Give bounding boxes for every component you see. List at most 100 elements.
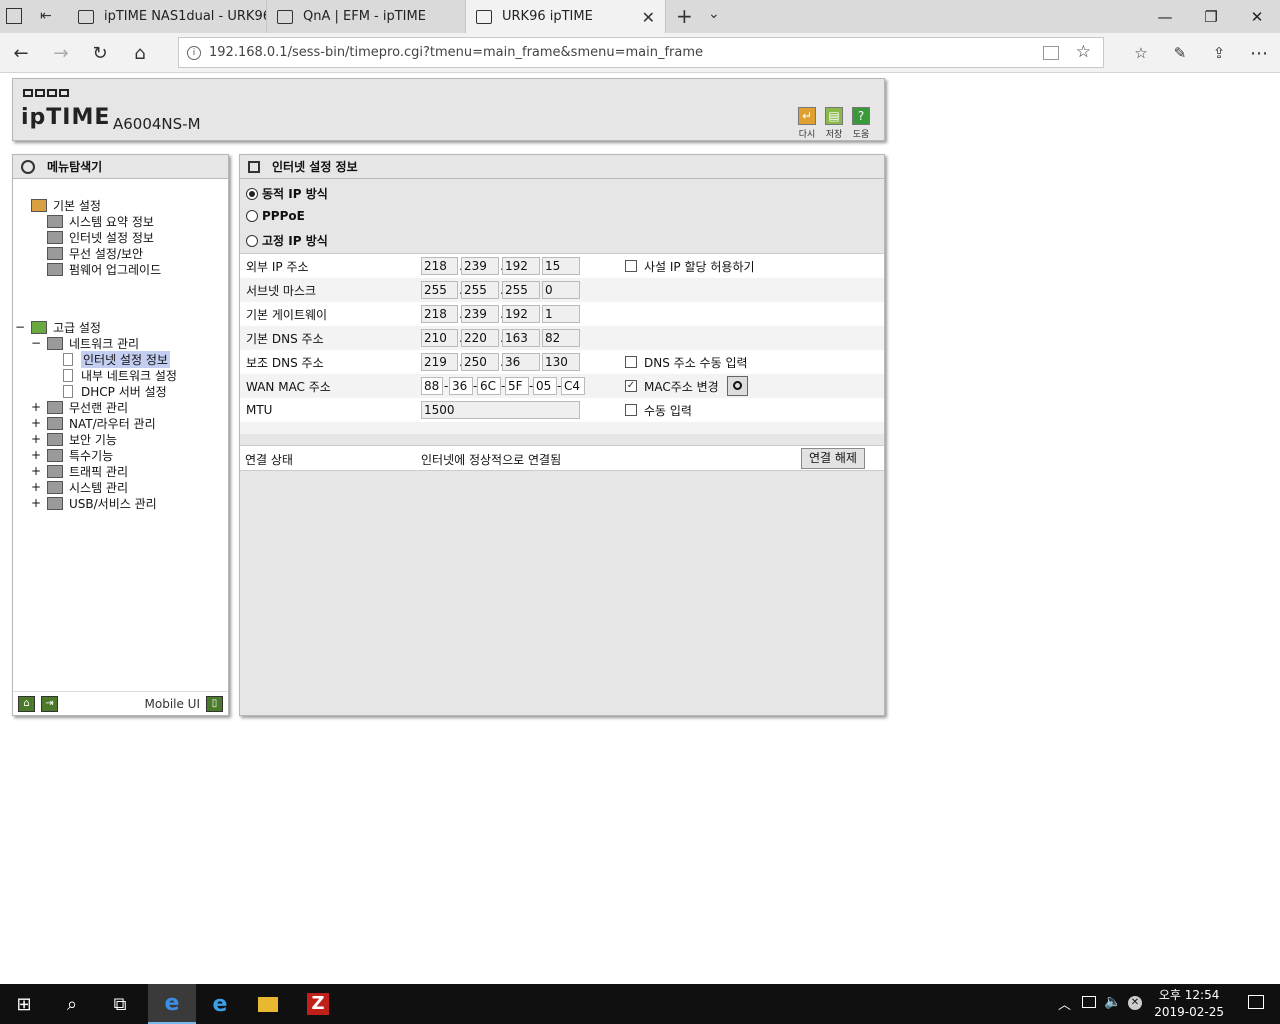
expand-icon[interactable]: + [31, 448, 41, 462]
minimize-icon[interactable]: — [1142, 0, 1188, 33]
ip-octet-field[interactable]: 82 [542, 329, 580, 347]
restore-icon[interactable]: ❐ [1188, 0, 1234, 33]
ip-octet-field[interactable]: 218 [421, 257, 458, 275]
tray-chevron-icon[interactable]: ︿ [1058, 994, 1071, 1013]
radio-button[interactable] [246, 210, 258, 222]
expand-icon[interactable]: + [31, 416, 41, 430]
mac-octet-field[interactable]: 88 [421, 377, 443, 395]
mac-octet-field[interactable]: 36 [449, 377, 473, 395]
action-center-icon[interactable] [1248, 995, 1264, 1009]
ip-octet-field[interactable]: 218 [421, 305, 458, 323]
tree-item-dhcp-server[interactable]: DHCP 서버 설정 [63, 383, 167, 399]
tab-qna[interactable]: QnA | EFM - ipTIME [267, 0, 466, 33]
mac-change-checkbox[interactable]: ✓ [625, 380, 637, 392]
tree-basic-settings[interactable]: 기본 설정 [31, 197, 101, 213]
close-tab-icon[interactable]: ✕ [642, 8, 655, 27]
ip-octet-field[interactable]: 192 [502, 257, 540, 275]
ip-octet-field[interactable]: 219 [421, 353, 458, 371]
ip-octet-field[interactable]: 220 [461, 329, 499, 347]
internet-explorer-icon[interactable]: e [196, 984, 244, 1024]
tab-list-chevron-icon[interactable]: ⌄ [708, 6, 720, 22]
back-icon[interactable]: ← [8, 40, 34, 66]
ip-octet-field[interactable]: 15 [542, 257, 580, 275]
ip-octet-field[interactable]: 130 [542, 353, 580, 371]
notification-x-icon[interactable]: ✕ [1128, 996, 1142, 1010]
ip-octet-field[interactable]: 210 [421, 329, 458, 347]
url-text[interactable]: 192.168.0.1/sess-bin/timepro.cgi?tmenu=m… [209, 45, 703, 60]
notes-pen-icon[interactable]: ✎ [1167, 40, 1193, 66]
reading-view-icon[interactable] [1043, 46, 1059, 60]
tree-nat-router[interactable]: + NAT/라우터 관리 [31, 415, 156, 431]
collapse-icon[interactable]: − [31, 336, 41, 350]
radio-button[interactable] [246, 187, 258, 200]
ip-octet-field[interactable]: 239 [461, 257, 499, 275]
ip-octet-field[interactable]: 1 [542, 305, 580, 323]
home-icon[interactable]: ⌂ [127, 40, 153, 66]
tree-advanced-settings[interactable]: − 고급 설정 [15, 319, 101, 335]
ip-octet-field[interactable]: 239 [461, 305, 499, 323]
ip-octet-field[interactable]: 0 [542, 281, 580, 299]
ip-octet-field[interactable]: 255 [461, 281, 499, 299]
disconnect-button[interactable]: 연결 해제 [801, 448, 865, 469]
favorites-icon[interactable]: ☆ [1128, 40, 1154, 66]
refresh-button[interactable]: ↵ 다시 [795, 107, 819, 140]
expand-icon[interactable]: + [31, 400, 41, 414]
tree-item-firmware-upgrade[interactable]: 펌웨어 업그레이드 [47, 261, 161, 277]
ip-octet-field[interactable]: 36 [502, 353, 540, 371]
mac-octet-field[interactable]: 05 [533, 377, 557, 395]
tree-wireless-lan[interactable]: + 무선랜 관리 [31, 399, 128, 415]
new-tab-icon[interactable]: + [676, 4, 693, 28]
radio-button[interactable] [246, 234, 258, 247]
file-explorer-icon[interactable] [244, 984, 292, 1024]
tree-item-system-summary[interactable]: 시스템 요약 정보 [47, 213, 154, 229]
mobile-icon[interactable]: ▯ [206, 696, 223, 712]
windows-start-icon[interactable]: ⊞ [0, 984, 48, 1024]
ip-octet-field[interactable]: 255 [421, 281, 458, 299]
private-ip-checkbox[interactable] [625, 260, 637, 272]
mobile-ui-link[interactable]: Mobile UI [145, 697, 201, 711]
tree-special[interactable]: + 특수기능 [31, 447, 113, 463]
filezilla-icon[interactable]: Z [294, 984, 342, 1024]
mode-static-ip[interactable]: 고정 IP 방식 [246, 232, 328, 249]
tree-security[interactable]: + 보안 기능 [31, 431, 117, 447]
more-icon[interactable]: ⋯ [1246, 40, 1272, 66]
tab-urk96[interactable]: URK96 ipTIME ✕ [466, 0, 666, 33]
search-icon[interactable]: ⌕ [48, 984, 96, 1024]
tree-usb-service[interactable]: + USB/서비스 관리 [31, 495, 157, 511]
tree-item-internet-settings-adv[interactable]: 인터넷 설정 정보 [63, 350, 170, 368]
close-window-icon[interactable]: ✕ [1234, 0, 1280, 33]
tree-item-internet-settings[interactable]: 인터넷 설정 정보 [47, 229, 154, 245]
refresh-icon[interactable]: ↻ [87, 40, 113, 66]
mtu-manual-checkbox[interactable] [625, 404, 637, 416]
mode-pppoe[interactable]: PPPoE [246, 209, 305, 223]
edge-icon[interactable]: e [148, 984, 196, 1024]
save-button[interactable]: ▤ 저장 [822, 107, 846, 140]
mac-search-button[interactable] [727, 376, 748, 396]
volume-icon[interactable]: 🔈 [1104, 994, 1121, 1010]
expand-icon[interactable]: + [31, 432, 41, 446]
ip-octet-field[interactable]: 255 [502, 281, 540, 299]
expand-icon[interactable]: + [31, 464, 41, 478]
mac-octet-field[interactable]: 5F [505, 377, 529, 395]
share-icon[interactable]: ⇪ [1206, 40, 1232, 66]
tree-network-management[interactable]: − 네트워크 관리 [31, 335, 139, 351]
favorite-star-icon[interactable]: ☆ [1076, 42, 1091, 62]
tree-item-wireless-security[interactable]: 무선 설정/보안 [47, 245, 143, 261]
clock[interactable]: 오후 12:54 2019-02-25 [1154, 987, 1224, 1021]
home-icon[interactable]: ⌂ [18, 696, 35, 712]
help-button[interactable]: ? 도움 [849, 107, 873, 140]
ip-octet-field[interactable]: 192 [502, 305, 540, 323]
tree-system[interactable]: + 시스템 관리 [31, 479, 128, 495]
tree-traffic[interactable]: + 트래픽 관리 [31, 463, 128, 479]
collapse-icon[interactable]: − [15, 320, 25, 334]
mode-dynamic-ip[interactable]: 동적 IP 방식 [246, 185, 328, 202]
tree-item-lan-settings[interactable]: 내부 네트워크 설정 [63, 367, 177, 383]
mac-octet-field[interactable]: 6C [477, 377, 501, 395]
tab-manager-icon[interactable] [6, 8, 22, 24]
info-icon[interactable]: i [187, 45, 201, 60]
expand-icon[interactable]: + [31, 496, 41, 510]
address-bar[interactable]: i 192.168.0.1/sess-bin/timepro.cgi?tmenu… [178, 37, 1104, 68]
expand-icon[interactable]: + [31, 480, 41, 494]
ip-octet-field[interactable]: 250 [461, 353, 499, 371]
network-icon[interactable] [1082, 996, 1096, 1008]
